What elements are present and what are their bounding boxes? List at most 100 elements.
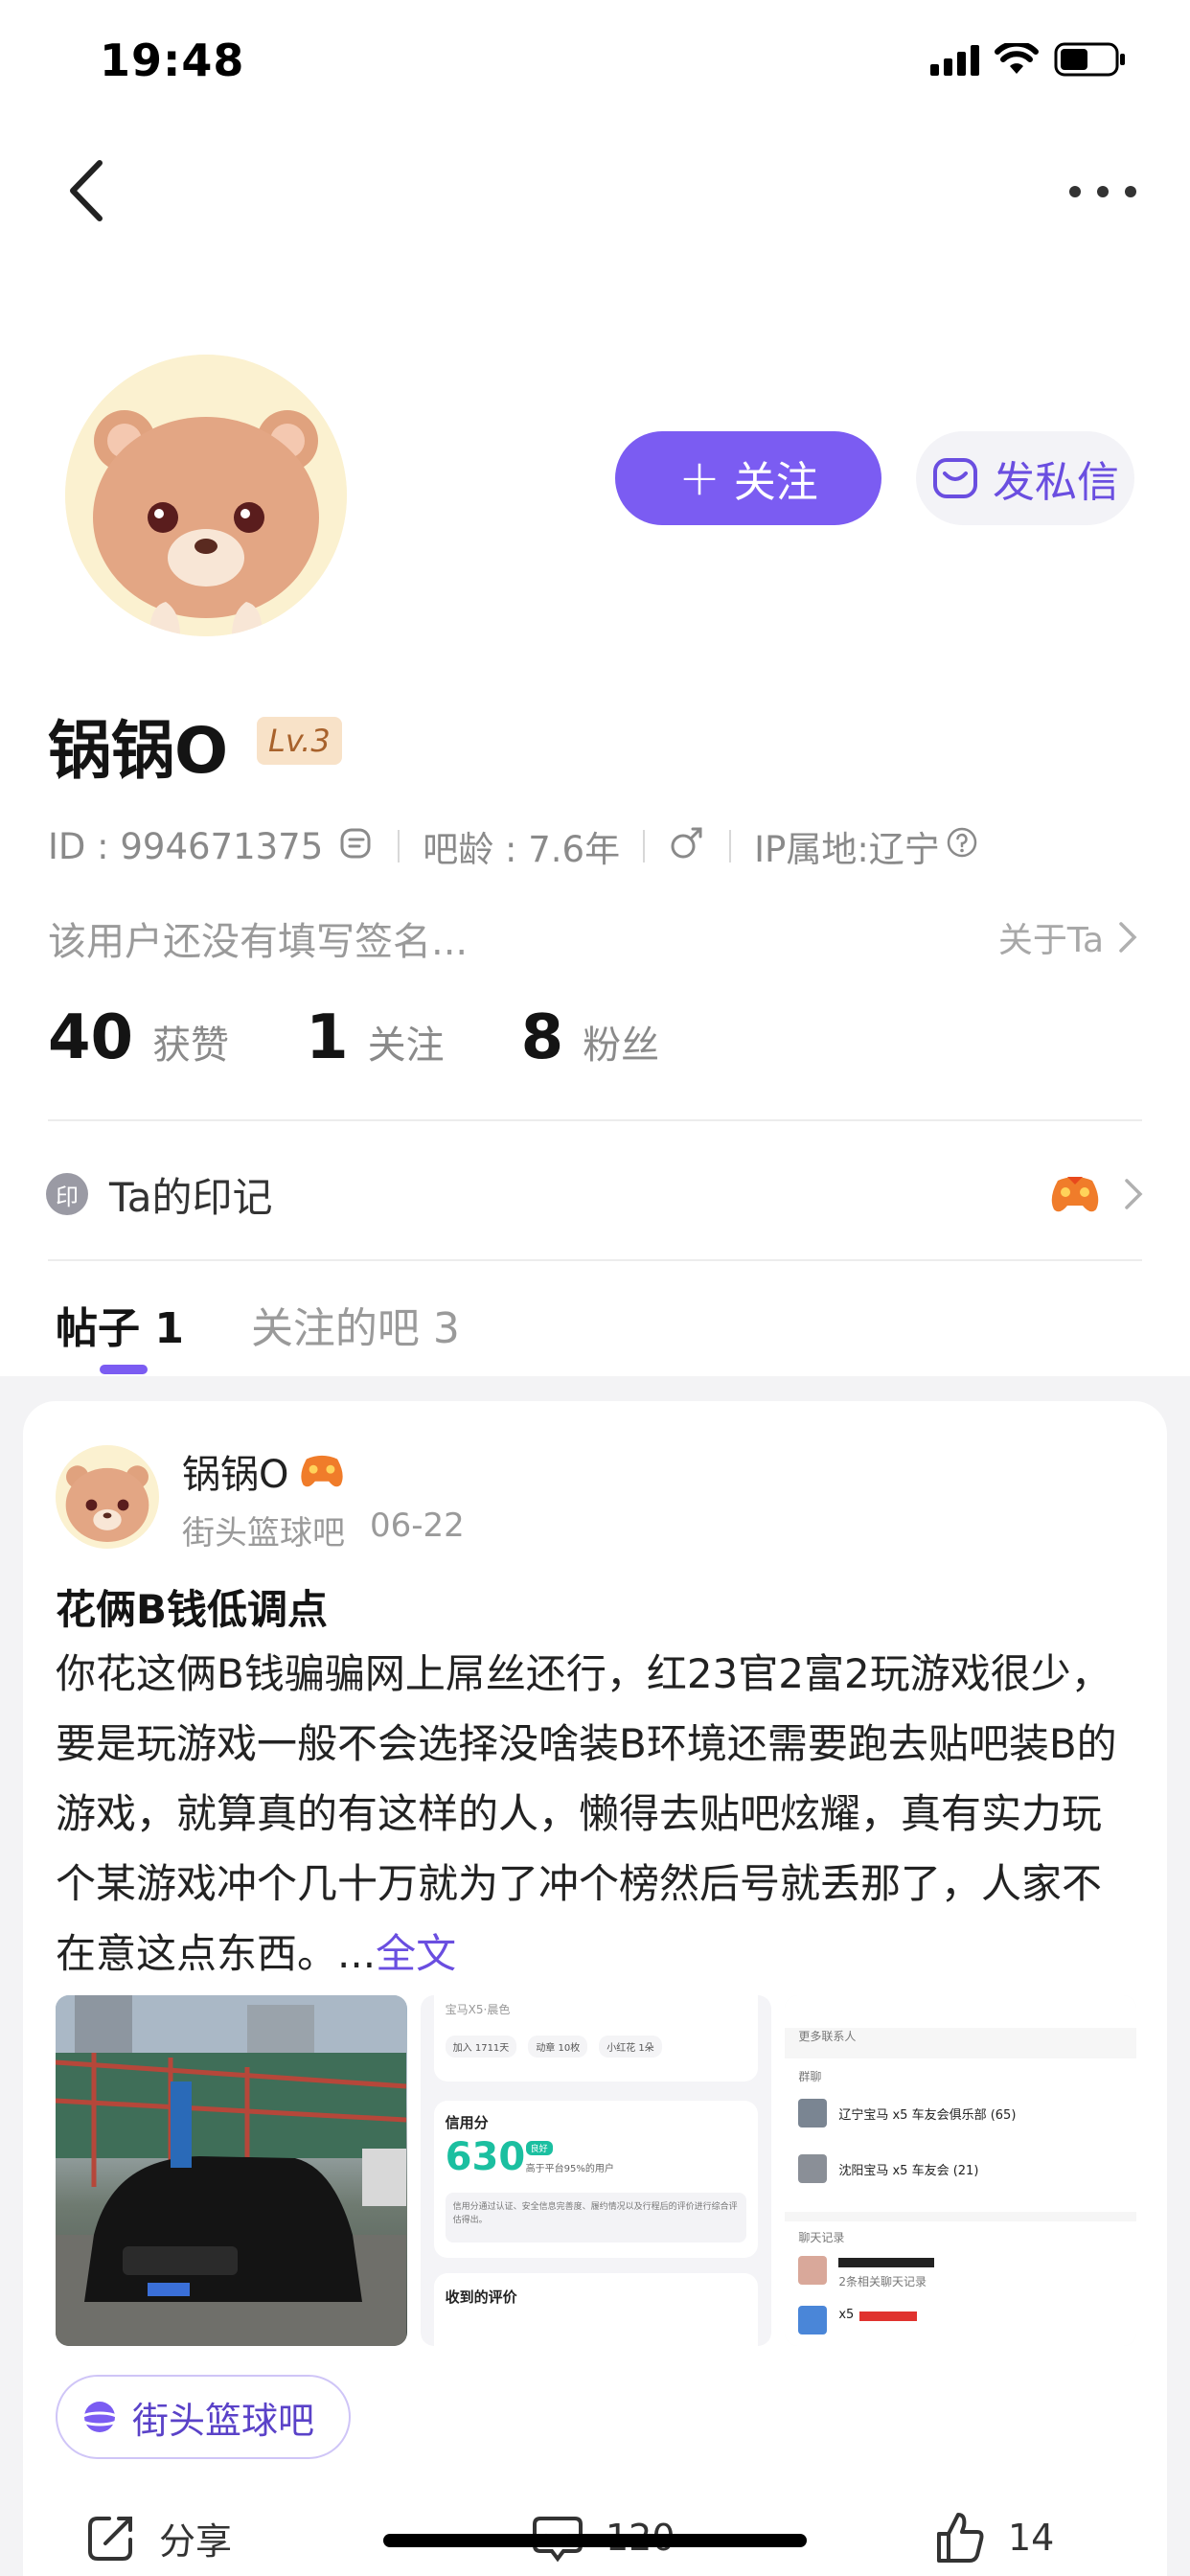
profile-tabs: 帖子 1 关注的吧 3 [56,1294,460,1374]
tab-posts[interactable]: 帖子 1 [56,1294,184,1374]
message-label: 发私信 [993,458,1119,507]
chevron-right-icon [1119,922,1137,953]
chat-name: x5 [838,2308,855,2322]
wifi-icon [995,43,1039,76]
copy-icon[interactable] [338,824,375,869]
section-divider [48,1259,1142,1261]
username: 锅锅O [48,714,229,788]
about-link[interactable]: 关于Ta [998,912,1138,962]
cellular-signal-icon [930,43,979,76]
post-image-credit-screenshot[interactable]: 宝马X5·晨色 加入 1711天 动章 10枚 小红花 1朵 信用分 630 良… [420,1995,772,2346]
group-list: 群聊 辽宁宝马 x5 车友会俱乐部 (65) 沈阳宝马 x5 车友会 (21) [785,2058,1137,2212]
status-bar: 19:48 [0,0,1190,125]
stat-pill: 小红花 1朵 [599,2036,662,2058]
chat-avatar [798,2306,828,2334]
forum-tag[interactable]: 街头篮球吧 [56,2375,352,2459]
group-name: 沈阳宝马 x5 车友会 (21) [838,2164,979,2178]
post-images: 宝马X5·晨色 加入 1711天 动章 10枚 小红花 1朵 信用分 630 良… [56,1995,1137,2346]
tab-indicator [100,1365,148,1374]
message-icon [933,458,977,498]
group-name: 辽宁宝马 x5 车友会俱乐部 (65) [838,2108,1017,2123]
badge-preview [1048,1173,1144,1215]
post-author[interactable]: 锅锅O [182,1443,346,1499]
stat-number: 40 [48,1002,134,1073]
more-options-icon[interactable] [1069,172,1136,211]
review-title: 收到的评价 [445,2288,517,2306]
post-image-chat-screenshot[interactable]: 更多联系人 群聊 辽宁宝马 x5 车友会俱乐部 (65) 沈阳宝马 x5 车友会… [785,1995,1137,2346]
gamepad-badge-icon [301,1455,344,1487]
plus-icon: + [678,449,721,507]
chat-avatar [798,2256,828,2285]
avatar[interactable] [65,355,347,636]
thumbs-up-icon [937,2513,984,2563]
post-title: 花俩B钱低调点 [56,1586,329,1633]
gamepad-badge-icon [1051,1177,1099,1212]
stat-number: 8 [520,1002,564,1073]
share-button[interactable]: 分享 [84,2511,232,2564]
share-icon [88,2517,132,2561]
post-author-name: 锅锅O [182,1453,289,1497]
status-time: 19:48 [100,34,245,86]
redacted-name [838,2258,935,2267]
stat-pill: 动章 10枚 [528,2036,588,2058]
profile-card: 宝马X5·晨色 加入 1711天 动章 10枚 小红花 1朵 [433,1995,759,2082]
follow-button[interactable]: + 关注 [615,431,881,525]
more-contacts: 更多联系人 [798,2030,857,2043]
contacts-header [785,1995,1137,2028]
section-divider [48,1119,1142,1121]
chat-header: 聊天记录 [798,2231,845,2244]
review-card: 收到的评价 [433,2273,759,2346]
battery-icon [1054,42,1127,77]
read-more-link[interactable]: 全文 [376,1930,456,1977]
stats-pills: 加入 1711天 动章 10枚 小红花 1朵 [445,2036,662,2058]
about-label: 关于Ta [997,921,1104,960]
help-icon[interactable] [946,826,978,867]
badge-row[interactable]: 印 Ta的印记 [46,1156,1144,1232]
stat-label: 粉丝 [583,1024,660,1068]
credit-title: 信用分 [445,2114,489,2131]
chat-records: 聊天记录 2条相关聊天记录 x5 [785,2221,1137,2346]
tab-followed-bars[interactable]: 关注的吧 3 [251,1294,460,1370]
status-icons [930,42,1127,77]
car-photo-icon [56,1995,407,2346]
send-message-button[interactable]: 发私信 [916,431,1134,525]
tab-label: 关注的吧 3 [250,1304,460,1353]
group-header: 群聊 [798,2070,822,2083]
back-icon[interactable] [59,157,117,224]
stat-likes[interactable]: 40 获赞 [48,1002,229,1073]
credit-score: 630 [445,2135,526,2179]
profile-meta-row: ID : 994671375 吧龄 : 7.6年 IP属地:辽宁 [48,822,978,870]
post-meta: 街头篮球吧 06-22 [182,1506,465,1553]
ip-location: IP属地:辽宁 [754,829,940,870]
redacted-name [859,2312,918,2321]
post-author-avatar[interactable] [56,1445,159,1549]
meta-divider [729,830,732,862]
tab-label: 帖子 1 [56,1304,184,1353]
stat-followers[interactable]: 8 粉丝 [521,1002,660,1073]
post-forum-name[interactable]: 街头篮球吧 [182,1506,345,1553]
bear-avatar-icon [56,1445,159,1549]
chat-record: 2条相关聊天记录 [838,2275,927,2288]
post-card[interactable]: 锅锅O 街头篮球吧 06-22 花俩B钱低调点 你花这俩B钱骗骗网上屌丝还行，红… [23,1401,1167,2576]
credit-tag: 良好 [525,2141,553,2155]
nav-bar [0,144,1190,240]
male-gender-icon [668,823,706,870]
like-button[interactable]: 14 [933,2511,1054,2564]
post-date: 06-22 [370,1506,465,1545]
stat-number: 1 [306,1002,349,1073]
post-image-car[interactable] [56,1995,407,2346]
share-label: 分享 [159,2519,233,2563]
post-body-text: 你花这俩B钱骗骗网上屌丝还行，红23官2富2玩游戏很少，要是玩游戏一般不会选择没… [56,1650,1117,1977]
badge-title: Ta的印记 [109,1173,273,1221]
group-avatar [798,2099,828,2128]
meta-divider [643,830,646,862]
group-avatar [798,2154,828,2183]
planet-icon [80,2402,119,2432]
stat-following[interactable]: 1 关注 [306,1002,445,1073]
bear-avatar-icon [65,355,347,636]
stamp-icon: 印 [46,1173,88,1215]
credit-note: 信用分通过认证、安全信息完善度、履约情况以及行程后的评价进行综合评估得出。 [445,2193,747,2242]
credit-desc: 高于平台95%的用户 [525,2164,614,2174]
home-indicator[interactable] [383,2534,807,2547]
stats-row: 40 获赞 1 关注 8 粉丝 [48,1002,736,1073]
